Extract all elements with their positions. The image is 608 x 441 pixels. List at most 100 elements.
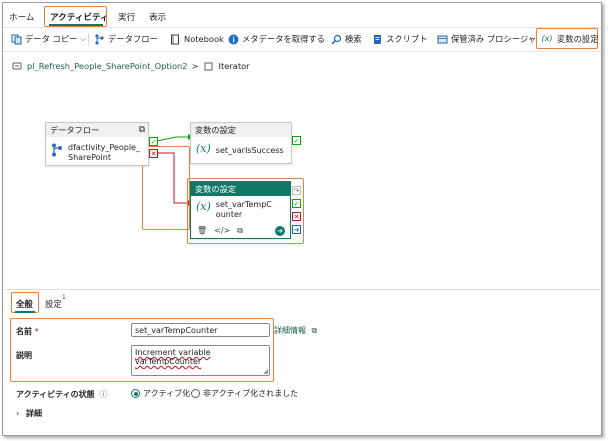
inactive-option-label: 非アクティブ化されました [203,389,299,398]
success-port-icon[interactable]: ✓ [292,136,301,145]
get-metadata-button[interactable]: メタデータを取得する [227,31,325,47]
set-var-success-body: (x) set_varIsSuccess [191,137,291,156]
set-variable-label: 変数の設定 [557,34,599,44]
completion-port-icon[interactable]: ➔ [292,225,301,234]
activity-state-label: アクティビティの状態 ⓘ [16,389,107,400]
dataflow-node-header: データフロー [46,123,148,137]
dataflow-button[interactable]: データフロー [93,31,158,47]
chevron-right-icon: › [16,409,20,418]
set-variable-button[interactable]: (x) 変数の設定 [540,31,599,47]
tab-general[interactable]: 全般 [16,298,33,310]
name-label-text: 名前 [16,327,32,336]
search-icon [330,33,342,45]
script-label: スクリプト [386,34,428,44]
skip-port-icon[interactable]: ↷ [292,186,301,195]
description-textarea[interactable]: Increment variable varTempCounter ◢ [131,345,270,376]
code-icon[interactable]: </> [214,226,230,236]
tab-view[interactable]: 表示 [149,11,166,23]
copy-data-label: データ コピー [25,34,78,44]
notebook-icon [169,33,181,45]
dataflow-icon [93,33,105,45]
foreach-icon [203,60,215,72]
node-action-bar: 🗑 </> ⧉ [197,226,243,236]
pipeline-icon [11,60,23,72]
breadcrumb-separator: > [191,61,199,71]
success-port-icon[interactable]: ✓ [149,137,158,146]
advanced-toggle[interactable]: › 詳細 [16,408,42,419]
search-button[interactable]: 検索 [330,31,362,47]
set-var-success-header: 変数の設定 [191,123,291,137]
info-icon [227,33,239,45]
set-variable-temp-node[interactable]: 変数の設定 (x) set_varTempCounter 🗑 </> ⧉ ➔ [190,181,291,239]
copy-data-icon [10,33,22,45]
description-text: Increment variable varTempCounter [135,348,211,366]
breadcrumb-current: Iterator [218,61,250,71]
properties-panel: 全般 設定 1 名前 * set_varTempCounter 詳細情報 ⧉ 説… [4,289,601,435]
set-var-temp-header: 変数の設定 [191,182,290,196]
dataflow-activity-node[interactable]: データフロー ⧉ dfactivity_People_SharePoint [45,122,149,166]
failure-path-highlight [142,146,190,230]
copy-data-button[interactable]: データ コピー ⌵ [10,31,86,47]
notebook-button[interactable]: Notebook [169,31,224,47]
dataflow-label: データフロー [108,34,158,44]
set-var-success-type: 変数の設定 [195,125,236,135]
resize-handle-icon[interactable]: ◢ [263,368,268,375]
failure-port-icon[interactable]: ✕ [149,149,158,158]
required-mark: * [34,327,39,336]
settings-error-badge: 1 [62,294,66,301]
name-input[interactable]: set_varTempCounter [131,323,270,337]
get-metadata-label: メタデータを取得する [242,34,325,44]
inactive-radio[interactable]: 非アクティブ化されました [191,388,298,399]
radio-unselected-icon [191,389,200,398]
dataflow-node-body: dfactivity_People_SharePoint [46,137,148,163]
pipeline-canvas[interactable]: データフロー ⧉ dfactivity_People_SharePoint ✓ … [4,75,601,298]
advanced-label: 詳細 [26,409,42,418]
radio-selected-icon [131,389,140,398]
search-label: 検索 [345,34,362,44]
stored-procedure-icon [436,33,448,45]
toolbar-divider [3,51,601,52]
set-var-success-name: set_varIsSuccess [215,146,284,155]
activity-state-text: アクティビティの状態 [16,390,95,399]
toolbar-separator [88,33,89,45]
delete-icon[interactable]: 🗑 [197,226,207,236]
tab-divider [3,27,601,28]
variable-icon: (x) [196,142,211,155]
details-link-text: 詳細情報 [274,326,306,335]
dataflow-node-type: データフロー [50,125,100,135]
description-label: 説明 [16,351,32,360]
tab-settings[interactable]: 設定 [45,298,62,310]
set-var-temp-type: 変数の設定 [195,184,236,194]
tab-run[interactable]: 実行 [118,11,135,23]
copy-icon[interactable]: ⧉ [237,226,243,236]
script-icon [371,33,383,45]
chevron-down-icon: ⌵ [80,34,86,43]
breadcrumb: pl_Refresh_People_SharePoint_Option2 > I… [11,60,250,72]
notebook-label: Notebook [184,34,224,44]
general-tab-indicator [15,311,35,313]
activities-tab-highlight [44,6,107,27]
details-link[interactable]: 詳細情報 ⧉ [274,325,317,336]
success-port-icon[interactable]: ✓ [292,199,301,208]
dataflow-node-icon [51,143,63,160]
dataflow-node-name: dfactivity_People_SharePoint [68,143,140,162]
go-arrow-icon[interactable]: ➔ [275,226,285,236]
set-var-temp-body: (x) set_varTempCounter [191,196,290,220]
info-icon[interactable]: ⓘ [99,390,107,399]
script-button[interactable]: スクリプト [371,31,428,47]
stored-procedure-button[interactable]: 保管済み プロシージャ [436,31,536,47]
open-external-icon[interactable]: ⧉ [139,125,145,135]
tab-home[interactable]: ホーム [9,11,35,23]
active-radio[interactable]: アクティブ化 [131,388,190,399]
open-external-icon: ⧉ [311,326,318,335]
app-window: ホーム アクティビティ 実行 表示 データ コピー ⌵ データフロー Noteb… [2,2,602,436]
active-option-label: アクティブ化 [143,389,191,398]
name-label: 名前 * [16,326,39,337]
stored-procedure-label: 保管済み プロシージャ [451,34,537,44]
set-var-temp-name: set_varTempCounter [215,200,272,219]
breadcrumb-pipeline-link[interactable]: pl_Refresh_People_SharePoint_Option2 [27,61,188,71]
failure-port-icon[interactable]: ✕ [292,212,301,221]
set-variable-success-node[interactable]: 変数の設定 (x) set_varIsSuccess [190,122,292,164]
variable-icon: (x) [196,200,211,213]
variable-icon: (x) [541,34,553,43]
